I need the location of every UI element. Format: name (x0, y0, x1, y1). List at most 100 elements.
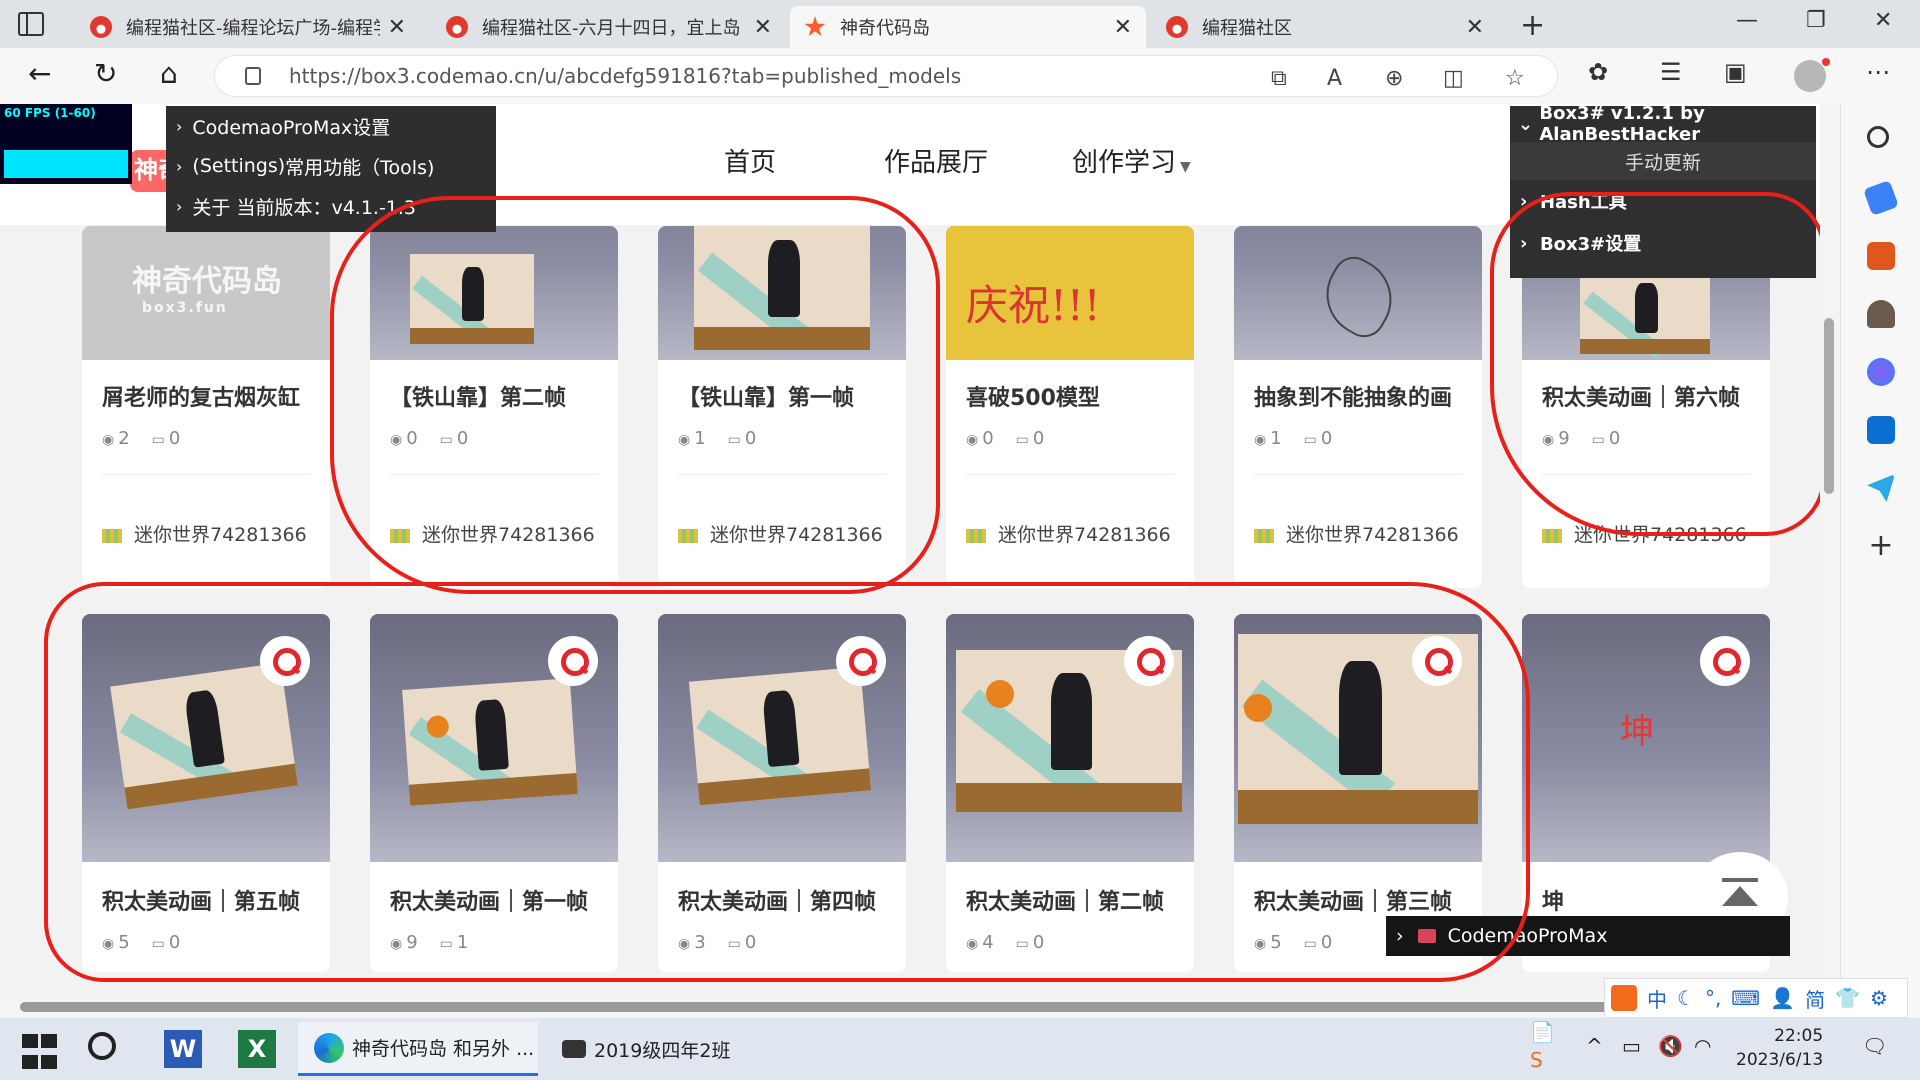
minimize-button[interactable]: — (1736, 8, 1758, 33)
taskbar-edge-app[interactable]: 神奇代码岛 和另外 ... (298, 1022, 538, 1076)
card-thumbnail[interactable] (1234, 226, 1482, 360)
view-count: 2 (118, 428, 130, 449)
windows-start-icon[interactable] (22, 1034, 57, 1072)
close-icon[interactable]: ✕ (754, 15, 772, 40)
profile-avatar[interactable] (1794, 58, 1830, 92)
tab-3[interactable]: 神奇代码岛 ✕ (790, 6, 1146, 48)
add-icon[interactable]: + (1867, 531, 1895, 561)
eye-icon: ◉ (1254, 432, 1267, 448)
word-icon[interactable]: W (164, 1030, 202, 1068)
taskbar-class-app[interactable]: 2019级四年2班 (546, 1022, 776, 1076)
model-card[interactable]: 神奇代码岛 box3.fun 屑老师的复古烟灰缸 ◉ 2 ▭ 0 迷你世界7428136… (82, 226, 330, 588)
url-text[interactable]: https://box3.codemao.cn/u/abcdefg591816?… (289, 64, 961, 88)
nav-home[interactable]: 首页 (724, 142, 776, 179)
extensions-icon[interactable]: ✿ (1588, 58, 1608, 86)
keyboard-icon[interactable]: ⌨ (1731, 986, 1760, 1010)
card-author[interactable]: 迷你世界74281366 (966, 520, 1176, 547)
favorite-star-icon[interactable]: ☆ (1505, 66, 1525, 91)
model-card[interactable]: 庆祝!!! 喜破500模型 ◉ 0 ▭ 0 迷你世界74281366 (946, 226, 1194, 588)
vertical-scrollbar[interactable] (1820, 104, 1840, 994)
office-icon[interactable] (1867, 358, 1895, 386)
fps-text: 60 FPS (1-60) (4, 106, 96, 120)
comment-count: 0 (168, 428, 181, 449)
wifi-icon[interactable]: ◠ (1694, 1034, 1711, 1058)
tray-notepad-icon[interactable]: 📄 (1530, 1020, 1555, 1044)
ime-toolbar: 中 ☾ °, ⌨ 👤 简 👕 ⚙ (1604, 978, 1908, 1018)
scroll-thumb[interactable] (20, 1002, 1610, 1012)
nav-learn[interactable]: 创作学习 ▼ (1072, 142, 1191, 179)
author-name: 迷你世界74281366 (998, 524, 1171, 546)
back-button[interactable]: ← (28, 60, 51, 88)
watermark-sub: box3.fun (142, 300, 228, 316)
zoom-icon[interactable]: ⊕ (1385, 66, 1403, 91)
card-title[interactable]: 坤 (1542, 884, 1564, 916)
open-in-app-icon[interactable]: ⧉ (1271, 66, 1287, 91)
clock-date: 2023/6/13 (1736, 1050, 1824, 1070)
card-title[interactable]: 喜破500模型 (966, 380, 1100, 412)
card-thumbnail[interactable]: 神奇代码岛 box3.fun (82, 226, 330, 360)
card-thumbnail[interactable]: 坤 (1522, 614, 1770, 862)
volume-muted-icon[interactable]: 🔇 (1658, 1034, 1683, 1058)
more-menu-icon[interactable]: ⋯ (1866, 58, 1890, 86)
eye-icon: ◉ (966, 432, 979, 448)
send-icon[interactable] (1867, 474, 1895, 502)
lock-icon[interactable] (245, 67, 261, 85)
edge-icon (314, 1032, 344, 1063)
games-icon[interactable] (1867, 300, 1895, 328)
refresh-button[interactable]: ↻ (94, 60, 117, 88)
favorites-icon[interactable]: ☰ (1660, 58, 1682, 86)
manual-update-button[interactable]: 手动更新 (1510, 142, 1816, 180)
search-icon[interactable] (88, 1032, 116, 1060)
new-tab-button[interactable]: + (1520, 8, 1545, 43)
excel-icon[interactable]: X (238, 1030, 276, 1068)
tab-4[interactable]: 编程猫社区 ✕ (1152, 6, 1498, 48)
gear-icon[interactable]: ⚙ (1870, 986, 1888, 1010)
user-icon[interactable]: 👤 (1770, 986, 1795, 1010)
eye-icon: ◉ (102, 432, 115, 448)
model-card[interactable]: 抽象到不能抽象的画 ◉ 1 ▭ 0 迷你世界74281366 (1234, 226, 1482, 588)
close-icon[interactable]: ✕ (388, 15, 406, 40)
nav-gallery[interactable]: 作品展厅 (884, 142, 988, 179)
box3-panel-title[interactable]: ⌄ Box3# v1.2.1 by AlanBestHacker (1510, 106, 1816, 145)
toolbox-icon[interactable] (1867, 242, 1895, 270)
author-avatar-icon (1542, 528, 1562, 543)
card-title[interactable]: 屑老师的复古烟灰缸 (102, 380, 300, 412)
card-author[interactable]: 迷你世界74281366 (102, 520, 312, 547)
restore-button[interactable]: ❐ (1806, 8, 1826, 33)
search-icon[interactable] (1700, 636, 1750, 686)
horizontal-scrollbar[interactable] (0, 994, 1840, 1018)
address-input[interactable]: https://box3.codemao.cn/u/abcdefg591816?… (214, 55, 1558, 97)
shopping-tag-icon[interactable] (1863, 180, 1899, 216)
close-icon[interactable]: ✕ (1466, 15, 1484, 40)
moon-icon[interactable]: ☾ (1677, 986, 1695, 1010)
card-author[interactable]: 迷你世界74281366 (1254, 520, 1464, 547)
tab-2[interactable]: 编程猫社区-六月十四日，宜上岛 ✕ (432, 6, 786, 48)
windows-taskbar: W X 神奇代码岛 和另外 ... 2019级四年2班 📄 S ^ ▭ 🔇 ◠ … (0, 1018, 1920, 1080)
ime-language[interactable]: 中 (1647, 984, 1667, 1013)
collections-icon[interactable]: ▣ (1724, 58, 1747, 86)
home-button[interactable]: ⌂ (160, 60, 178, 88)
close-window-button[interactable]: ✕ (1874, 8, 1892, 33)
skin-icon[interactable]: 👕 (1835, 986, 1860, 1010)
ime-simplified[interactable]: 简 (1805, 984, 1825, 1013)
read-aloud-icon[interactable]: A (1327, 66, 1342, 91)
outlook-icon[interactable] (1867, 416, 1895, 444)
scroll-thumb[interactable] (1824, 318, 1834, 494)
battery-icon[interactable]: ▭ (1622, 1034, 1641, 1058)
notification-icon[interactable]: 🗨 (1862, 1034, 1887, 1058)
split-screen-icon[interactable]: ◫ (1443, 66, 1464, 91)
card-thumbnail[interactable]: 庆祝!!! (946, 226, 1194, 360)
card-title[interactable]: 抽象到不能抽象的画 (1254, 380, 1452, 412)
taskbar-clock[interactable]: 22:05 2023/6/13 (1736, 1024, 1823, 1072)
tab-label: 编程猫社区-编程论坛广场-编程学 (126, 18, 380, 39)
punctuation-icon[interactable]: °, (1705, 986, 1721, 1010)
cm-settings-row[interactable]: › CodemaoProMax设置 (166, 106, 496, 146)
tray-overflow-icon[interactable]: ^ (1586, 1034, 1603, 1058)
close-icon[interactable]: ✕ (1114, 15, 1132, 40)
tab-1[interactable]: 编程猫社区-编程论坛广场-编程学 ✕ (76, 6, 420, 48)
sogou-logo-icon[interactable] (1611, 985, 1637, 1011)
tab-actions-icon[interactable] (18, 12, 44, 36)
search-icon[interactable] (1867, 126, 1889, 148)
cm-tools-row[interactable]: › (Settings) 常用功能（Tools) (166, 146, 496, 186)
tray-sogou-icon[interactable]: S (1530, 1048, 1543, 1072)
